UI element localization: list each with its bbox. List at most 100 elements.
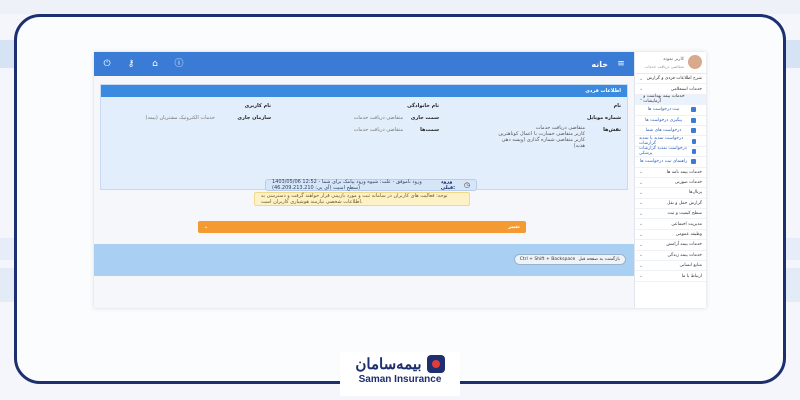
change-label: تغییر: [508, 224, 520, 230]
sidebar-item-label: گزارش حمل و نقل: [667, 200, 702, 206]
sidebar-item[interactable]: درخواست های شما: [635, 126, 706, 137]
back-label: بازگشت به صفحه قبل: [578, 257, 620, 262]
personal-info-panel: اطلاعات فردی نام شماره موبایل نقش‌ها متق…: [100, 84, 628, 191]
roles-values: متقاضی دریافت خدمات کاربر متقاضی خسارت ب…: [489, 125, 585, 149]
chevron-down-icon: ⌄: [639, 179, 644, 186]
sidebar-item-label: خدمات بیمه بهداشت و آزمایشات: [643, 94, 685, 105]
posts-label: سمت‌ها: [420, 127, 439, 133]
mobile-label: شماره موبایل: [586, 115, 621, 121]
logo-persian-text: بیمه‌سامان: [355, 355, 422, 373]
sidebar-item[interactable]: ⌄ خدمات بیمه زندگی: [635, 251, 706, 262]
menu-item-icon: [692, 138, 696, 144]
footer-band: Ctrl + Shift + Backspace بازگشت به صفحه …: [94, 244, 634, 276]
posts-value: متقاضی دریافت خدمات: [353, 127, 403, 133]
chevron-down-icon: ⌄: [639, 221, 644, 228]
avatar: [688, 55, 702, 69]
hamburger-menu-icon[interactable]: ≡: [616, 59, 626, 69]
sidebar-item[interactable]: ⌄ گزارش حمل و نقل: [635, 199, 706, 210]
chevron-down-icon: ⌄: [639, 200, 644, 207]
last-login-label: ورود قبلی:: [440, 179, 456, 191]
back-shortcut: Ctrl + Shift + Backspace: [519, 257, 576, 262]
chevron-down-icon: ⌄: [639, 169, 644, 176]
sidebar-item[interactable]: ⌄ مدیریت اجتماعی: [635, 219, 706, 230]
topbar-right: خانه ≡: [591, 59, 626, 69]
sidebar-item[interactable]: ⌄ خدمات بیمه نامه ها: [635, 168, 706, 178]
menu-item-icon: [690, 107, 696, 113]
sidebar-menu: ⌄ شرح اطلاعات فردی و گزارش ⌄ خدمات استعلامی…: [635, 74, 706, 282]
sidebar-item[interactable]: ⌄ خدمات استعلامی: [635, 84, 706, 95]
home-icon[interactable]: ⌂: [150, 59, 160, 69]
top-bar: ⏻ ⚷ ⌂ ⓘ خانه ≡: [94, 52, 634, 76]
chevron-down-icon: ⌄: [639, 86, 644, 93]
sidebar-item[interactable]: ⌄ ارتباط با ما: [635, 271, 706, 282]
last-login-text: 1403/05/06 12:52 - ورود ناموفق - علت: شی…: [272, 179, 422, 191]
chevron-down-icon: ⌄: [639, 252, 644, 259]
sidebar-item-label: شرح اطلاعات فردی و گزارش: [646, 76, 702, 82]
home-title[interactable]: خانه: [591, 60, 608, 69]
chevron-down-icon: ⌄: [639, 231, 644, 238]
sidebar-item[interactable]: ⌄ خدمات بیمه بهداشت و آزمایشات: [635, 94, 706, 106]
background-top: [0, 0, 800, 14]
menu-item-icon: [692, 148, 696, 154]
chevron-down-icon: ⌄: [639, 262, 644, 269]
key-icon[interactable]: ⚷: [126, 59, 136, 69]
power-icon[interactable]: ⏻: [102, 59, 112, 69]
current-org-value: خدمات الکترونیک مشتریان (بیمه): [145, 115, 216, 121]
info-icon[interactable]: ⓘ: [174, 59, 184, 69]
sidebar-item[interactable]: ⌄ وظیفه عمومی: [635, 230, 706, 241]
sidebar-item-label: منابع انسانی: [679, 263, 702, 269]
menu-item-icon: [691, 128, 696, 134]
sidebar-item-label: پرتال‌ها: [688, 190, 702, 196]
sidebar-item-label: وظیفه عمومی: [675, 232, 702, 238]
app-window: ⏻ ⚷ ⌂ ⓘ خانه ≡ اطلاعات فردی نام شماره مو…: [94, 52, 706, 308]
name-label: نام: [613, 103, 621, 109]
family-label: نام خانوادگی: [407, 103, 439, 109]
logo-mark-icon: [426, 355, 445, 373]
sidebar-item-label: درخواست های شما: [645, 128, 682, 134]
sidebar-item[interactable]: راهنمای ثبت درخواست ها: [635, 157, 706, 168]
logo-english-text: Saman Insurance: [358, 374, 442, 385]
back-button[interactable]: Ctrl + Shift + Backspace بازگشت به صفحه …: [513, 254, 626, 265]
sidebar-item-label: راهنمای ثبت درخواست ها: [639, 159, 688, 165]
sidebar-item-label: درخواست تمدید یا تمدید گزارشات: [639, 136, 684, 147]
roles-label: نقش‌ها: [603, 127, 621, 133]
sidebar-item-label: مدیریت اجتماعی: [671, 221, 702, 227]
sidebar-item-label: درخواست تمدید گزارشات پزشکی: [639, 146, 687, 157]
sidebar-item[interactable]: ثبت درخواست ها: [635, 105, 706, 116]
menu-item-icon: [691, 117, 696, 123]
menu-item-icon: [690, 159, 696, 165]
warning-text: توجه: فعالیت های کاربران در سامانه ثبت و…: [261, 193, 448, 205]
main-content: اطلاعات فردی نام شماره موبایل نقش‌ها متق…: [94, 76, 634, 308]
sidebar-item[interactable]: ⌄ پرتال‌ها: [635, 188, 706, 199]
current-post-value: متقاضی دریافت خدمات: [353, 115, 403, 121]
topbar-icons: ⏻ ⚷ ⌂ ⓘ: [102, 59, 184, 69]
sidebar-item[interactable]: درخواست تمدید گزارشات پزشکی: [635, 146, 706, 158]
chevron-down-icon: ⌄: [204, 224, 209, 230]
sidebar-item[interactable]: ⌄ شرح اطلاعات فردی و گزارش: [635, 74, 706, 85]
sidebar-item[interactable]: پیگیری درخواست ها: [635, 116, 706, 126]
sidebar-item-label: ارتباط با ما: [681, 273, 702, 279]
sidebar-item[interactable]: ⌄ خدمات صورتی: [635, 178, 706, 189]
sidebar-item-label: سطح کیفیت و ثبت: [667, 211, 702, 217]
info-fields: نام شماره موبایل نقش‌ها متقاضی دریافت خد…: [101, 97, 627, 159]
sidebar-item-label: خدمات بیمه نامه ها: [666, 169, 702, 175]
last-login-alert: 1403/05/06 12:52 - ورود ناموفق - علت: شی…: [265, 179, 477, 191]
chevron-down-icon: ⌄: [639, 273, 644, 280]
sidebar-item-label: خدمات صورتی: [674, 180, 702, 186]
logo-row: بیمه‌سامان: [340, 355, 460, 373]
sidebar-item[interactable]: ⌄ خدمات بیمه آرامش: [635, 240, 706, 251]
role-line: کاربر متقاضی شماره گذاری (ویسه دهی هدیه): [501, 137, 585, 149]
sidebar-item[interactable]: ⌄ سطح کیفیت و ثبت: [635, 209, 706, 220]
current-org-label: سازمان جاری: [237, 115, 271, 121]
change-accordion[interactable]: ⌄ تغییر: [198, 221, 526, 233]
sidebar-item-label: خدمات بیمه زندگی: [667, 252, 702, 258]
chevron-down-icon: ⌄: [639, 241, 644, 248]
activity-warning: توجه: فعالیت های کاربران در سامانه ثبت و…: [254, 192, 470, 206]
panel-title: اطلاعات فردی: [101, 85, 627, 97]
sidebar-item-label: خدمات استعلامی: [670, 86, 702, 92]
sidebar-item[interactable]: ⌄ منابع انسانی: [635, 261, 706, 272]
chevron-down-icon: ⌄: [639, 189, 644, 196]
current-post-label: سمت جاری: [410, 115, 439, 121]
sidebar: کاربر نمونه متقاضی دریافت خدمات ⌄ شرح اطل…: [634, 52, 706, 308]
saman-logo: بیمه‌سامان Saman Insurance: [340, 352, 460, 396]
